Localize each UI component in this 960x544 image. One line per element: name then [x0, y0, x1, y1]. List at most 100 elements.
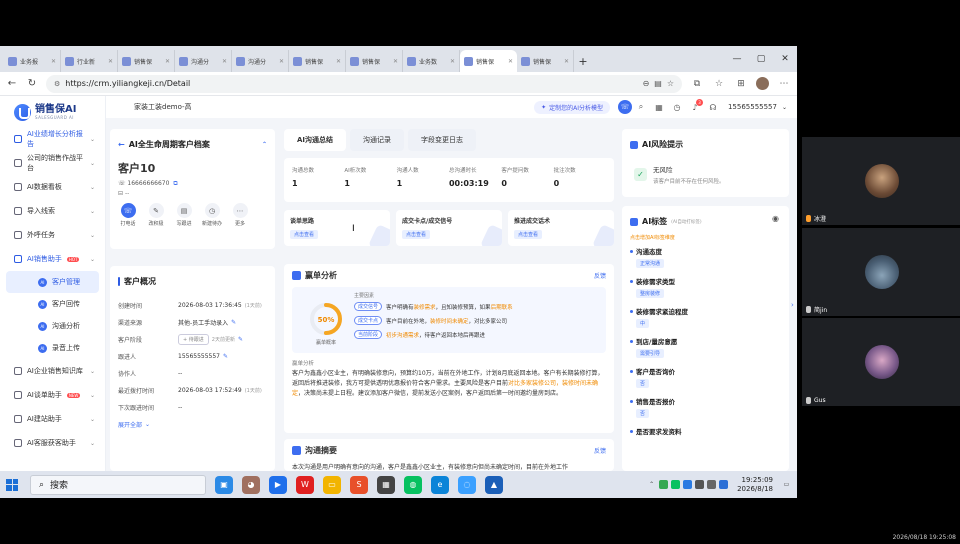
tab-close-icon[interactable]: ✕: [336, 58, 341, 65]
star-icon[interactable]: ☆: [667, 79, 674, 88]
sidebar-item[interactable]: 外呼任务 ⌄: [0, 223, 105, 247]
tray-cloud-icon[interactable]: [683, 480, 693, 489]
new-tab-button[interactable]: +: [574, 50, 592, 72]
browser-tab[interactable]: 业务报 ✕: [4, 50, 61, 72]
sidebar-item[interactable]: 导入线索 ⌄: [0, 199, 105, 223]
expand-all-link[interactable]: 展开全部 ⌄: [110, 416, 275, 433]
folder-icon[interactable]: ▭: [323, 475, 341, 494]
action-button[interactable]: ▤ 写跟进: [172, 203, 196, 227]
browser-tab[interactable]: 销售保 ✕: [289, 50, 346, 72]
tab-close-icon[interactable]: ✕: [279, 58, 284, 65]
call-button[interactable]: ☏: [617, 100, 632, 114]
summary-tab[interactable]: 沟通记录: [350, 129, 405, 151]
calculator-icon[interactable]: ▦: [377, 475, 395, 494]
url-field[interactable]: ⚙ https://crm.yiliangkeji.cn/Detail ⊖ ▤ …: [46, 74, 682, 93]
chat-app-icon[interactable]: ◌: [458, 475, 476, 494]
tab-close-icon[interactable]: ✕: [450, 58, 455, 65]
close-icon[interactable]: ✕: [773, 54, 797, 64]
alarm-icon[interactable]: ◷: [668, 103, 686, 112]
chevron-down-icon[interactable]: ⌄: [782, 104, 787, 111]
wps-icon[interactable]: W: [296, 475, 314, 494]
tray-app-icon[interactable]: [659, 480, 669, 489]
view-button[interactable]: 点击查看: [514, 230, 543, 239]
back-icon[interactable]: ←: [6, 78, 18, 89]
custom-model-button[interactable]: ✦ 定制您的AI分析模型: [534, 100, 610, 114]
sidebar-item[interactable]: AI业绩增长分析报告 ⌄: [0, 127, 105, 151]
sidebar-item[interactable]: AI客服获客助手 ⌄: [0, 431, 105, 455]
view-button[interactable]: 点击查看: [402, 230, 431, 239]
tray-wechat-icon[interactable]: [671, 480, 681, 489]
tab-close-icon[interactable]: ✕: [508, 58, 513, 65]
reload-icon[interactable]: ↻: [26, 78, 38, 89]
participant-tile-1[interactable]: 冰澄: [802, 137, 960, 225]
slides-icon[interactable]: S: [350, 475, 368, 494]
view-button[interactable]: 点击查看: [290, 230, 319, 239]
sidebar-item[interactable]: AI建站助手 ⌄: [0, 407, 105, 431]
notification-center-icon[interactable]: ▭: [782, 480, 791, 489]
favorites-icon[interactable]: ☆: [712, 79, 726, 89]
user-phone[interactable]: 15565555557: [728, 103, 777, 111]
stage-tag[interactable]: + 待跟进: [178, 334, 209, 345]
tray-network-icon[interactable]: [695, 480, 705, 489]
action-button[interactable]: ◷ 新建待办: [200, 203, 224, 227]
sidebar-subitem[interactable]: AI 录音上传: [6, 337, 99, 359]
search-icon[interactable]: ⌕: [632, 102, 650, 112]
extensions-icon[interactable]: ⧉: [690, 79, 704, 89]
tab-close-icon[interactable]: ✕: [108, 58, 113, 65]
action-button[interactable]: ⋯ 更多: [228, 203, 252, 227]
panel-expand-arrow-icon[interactable]: ›: [791, 301, 797, 313]
browser-tab[interactable]: 行业新 ✕: [61, 50, 118, 72]
edit-pen-icon[interactable]: ✎: [223, 353, 228, 360]
taskview-icon[interactable]: ▣: [215, 475, 233, 494]
windows-start-icon[interactable]: [6, 478, 18, 491]
taskbar-search[interactable]: ⌕ 搜索: [30, 474, 206, 495]
tray-volume-icon[interactable]: [707, 480, 717, 489]
suggestion-card[interactable]: 推进成交话术 点击查看: [508, 210, 614, 246]
browser-tab[interactable]: 业务数 ✕: [403, 50, 460, 72]
browser-tab[interactable]: 销售保 ✕: [118, 50, 175, 72]
meeting-app-icon[interactable]: ▶: [269, 475, 287, 494]
sidebar-item[interactable]: AI数据看板 ⌄: [0, 175, 105, 199]
menu-icon[interactable]: ⋯: [777, 79, 791, 89]
headset-icon[interactable]: ☊: [704, 103, 722, 112]
participant-tile-2[interactable]: 简jin: [802, 228, 960, 316]
sidebar-subitem[interactable]: AI 客户管理: [6, 271, 99, 293]
reader-icon[interactable]: ▤: [654, 79, 662, 88]
minimize-icon[interactable]: —: [725, 54, 749, 64]
tab-close-icon[interactable]: ✕: [393, 58, 398, 65]
site-info-icon[interactable]: ⚙: [54, 80, 60, 88]
add-label-dimension-link[interactable]: 点击增加AI标签维度: [622, 234, 789, 241]
photos-icon[interactable]: ▲: [485, 475, 503, 494]
browser-tab[interactable]: 沟通分 ✕: [232, 50, 289, 72]
tab-close-icon[interactable]: ✕: [51, 58, 56, 65]
sidebar-item[interactable]: AI谈单助手 NEW ⌄: [0, 383, 105, 407]
browser-tab[interactable]: 销售保 ✕: [346, 50, 403, 72]
calendar-icon[interactable]: ▦: [650, 103, 668, 112]
action-button[interactable]: ✎ 改积极: [144, 203, 168, 227]
collections-icon[interactable]: ⊞: [734, 79, 748, 89]
summary-feedback-link[interactable]: 反馈: [594, 446, 606, 455]
action-button[interactable]: ☏ 打电话: [116, 203, 140, 227]
browser-tab[interactable]: 沟通分 ✕: [175, 50, 232, 72]
back-arrow-icon[interactable]: ←: [118, 140, 125, 149]
browser-tab[interactable]: 销售保 ✕: [460, 50, 517, 72]
tab-close-icon[interactable]: ✕: [165, 58, 170, 65]
sidebar-item[interactable]: AI企业销售知识库 ⌄: [0, 359, 105, 383]
maximize-icon[interactable]: ▢: [749, 54, 773, 64]
eye-icon[interactable]: ◉: [772, 214, 779, 223]
sidebar-subitem[interactable]: AI 客户回传: [6, 293, 99, 315]
tab-close-icon[interactable]: ✕: [222, 58, 227, 65]
win-feedback-link[interactable]: 反馈: [594, 271, 606, 280]
user-app-icon[interactable]: ◕: [242, 475, 260, 494]
summary-tab[interactable]: 字段变更日志: [408, 129, 477, 151]
sidebar-item[interactable]: 公司的销售作战平台 ⌄: [0, 151, 105, 175]
zoom-icon[interactable]: ⊖: [643, 79, 650, 88]
tray-chevron-icon[interactable]: ⌃: [647, 480, 656, 489]
collapse-chevron-icon[interactable]: ⌃: [262, 141, 267, 148]
wechat-icon[interactable]: ◍: [404, 475, 422, 494]
browser-tab[interactable]: 销售保 ✕: [517, 50, 574, 72]
tab-close-icon[interactable]: ✕: [564, 58, 569, 65]
sidebar-subitem[interactable]: AI 沟通分析: [6, 315, 99, 337]
tray-bluetooth-icon[interactable]: [719, 480, 729, 489]
edge-icon[interactable]: e: [431, 475, 449, 494]
